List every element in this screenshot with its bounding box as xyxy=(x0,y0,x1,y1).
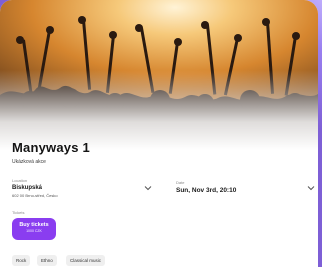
date-label: Date xyxy=(176,180,185,185)
location-label: Location xyxy=(12,178,28,183)
date-value: Sun, Nov 3rd, 20:10 xyxy=(176,187,237,194)
location-address: 602 00 Brno-střed, Česko xyxy=(12,193,58,198)
location-name: Biskupská xyxy=(12,185,43,191)
tickets-label: Tickets xyxy=(12,210,25,215)
chevron-down-icon[interactable] xyxy=(306,184,316,192)
event-title: Manyways 1 xyxy=(12,140,90,155)
buy-tickets-label: Buy tickets xyxy=(19,222,49,228)
event-hero-image xyxy=(0,0,318,150)
event-subtitle: Ukázková akce xyxy=(12,159,46,165)
genre-tag[interactable]: Classical music xyxy=(66,255,106,266)
hero-fade-overlay xyxy=(0,70,318,150)
genre-tag[interactable]: Ethno xyxy=(37,255,57,266)
genre-tag[interactable]: Rock xyxy=(12,255,31,266)
chevron-down-icon[interactable] xyxy=(143,184,153,192)
ticket-price: 1000 CZK xyxy=(26,229,42,233)
event-card: Manyways 1 Ukázková akce Location Biskup… xyxy=(0,0,318,267)
buy-tickets-button[interactable]: Buy tickets 1000 CZK xyxy=(12,218,56,240)
